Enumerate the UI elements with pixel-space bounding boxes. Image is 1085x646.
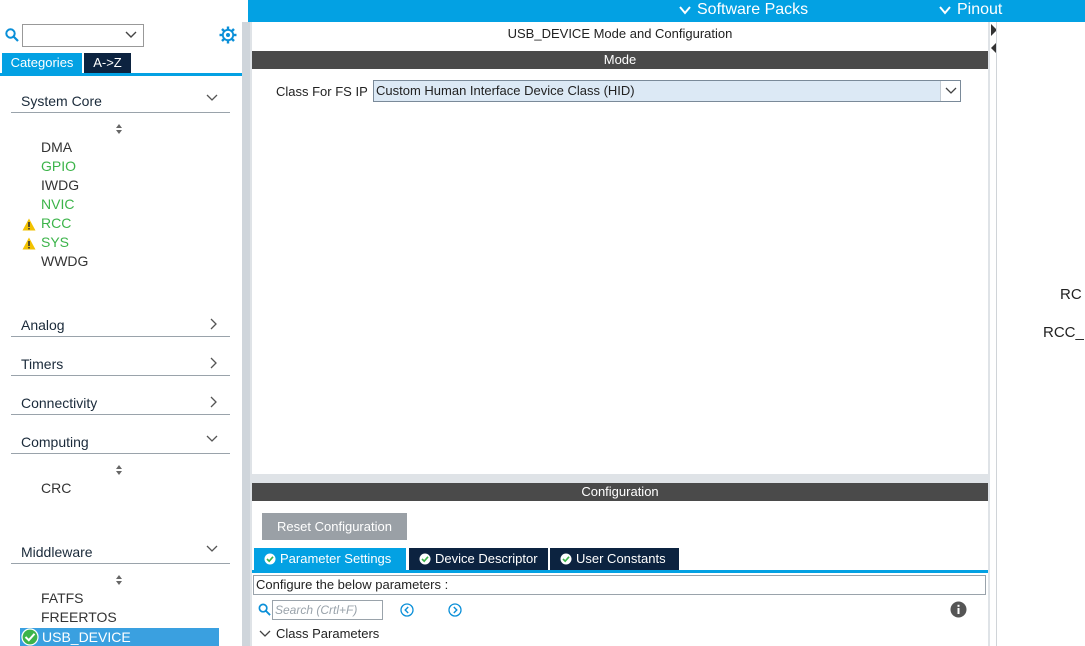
software-packs-menu[interactable]: Software Packs <box>679 0 808 20</box>
section-system-core[interactable]: System Core <box>11 87 230 113</box>
sidebar-item-gpio[interactable]: GPIO <box>41 157 76 176</box>
chevron-right-icon <box>210 396 217 408</box>
class-parameters-group[interactable]: Class Parameters <box>276 626 379 641</box>
pinout-label-rcc: RC <box>1060 286 1082 303</box>
parameter-search-input[interactable]: Search (Crtl+F) <box>272 600 383 620</box>
chevron-right-icon <box>210 357 217 369</box>
sidebar-item-sys[interactable]: SYS <box>41 233 69 252</box>
tab-underline <box>0 73 242 76</box>
tab-label: Parameter Settings <box>280 551 392 566</box>
sidebar-item-rcc[interactable]: RCC <box>41 214 71 233</box>
section-timers[interactable]: Timers <box>11 350 230 376</box>
pinout-label: Pinout <box>957 1 1003 18</box>
tab-label: User Constants <box>576 551 666 566</box>
sidebar-item-label: USB_DEVICE <box>42 629 131 645</box>
chevron-right-icon <box>210 318 217 330</box>
chevron-down-icon <box>206 94 218 101</box>
check-circle-icon <box>419 553 431 565</box>
sidebar-item-crc[interactable]: CRC <box>41 479 71 498</box>
sidebar-item-nvic[interactable]: NVIC <box>41 195 74 214</box>
tab-label: Device Descriptor <box>435 551 538 566</box>
check-circle-icon <box>560 553 572 565</box>
sidebar-item-usb-device[interactable]: USB_DEVICE <box>20 628 219 646</box>
chevron-down-icon <box>939 6 951 15</box>
tab-a-to-z[interactable]: A->Z <box>84 53 131 73</box>
check-circle-icon <box>21 628 39 646</box>
next-icon[interactable] <box>448 603 462 617</box>
search-filter-dropdown[interactable] <box>22 24 144 47</box>
section-connectivity[interactable]: Connectivity <box>11 389 230 415</box>
pinout-menu[interactable]: Pinout <box>939 0 1002 20</box>
software-packs-label: Software Packs <box>697 1 809 18</box>
chevron-down-icon <box>945 87 957 94</box>
sort-icon[interactable] <box>114 464 124 476</box>
class-for-fs-ip-label: Class For FS IP <box>276 84 368 99</box>
check-circle-icon <box>264 553 276 565</box>
sort-icon[interactable] <box>114 123 124 135</box>
search-icon[interactable] <box>5 28 19 42</box>
page-title: USB_DEVICE Mode and Configuration <box>507 26 733 41</box>
section-label: Analog <box>21 317 65 333</box>
pinout-view-border <box>996 22 997 646</box>
mode-header: Mode <box>252 51 988 69</box>
gear-icon[interactable] <box>219 26 237 44</box>
section-label: Computing <box>21 434 89 450</box>
sidebar-item-wwdg[interactable]: WWDG <box>41 252 88 271</box>
section-label: Timers <box>21 356 64 372</box>
chevron-down-icon[interactable] <box>259 630 271 638</box>
search-icon[interactable] <box>258 603 271 616</box>
chevron-down-icon <box>206 545 218 552</box>
panel-splitter[interactable] <box>242 22 250 646</box>
chevron-down-icon <box>206 435 218 442</box>
tab-categories[interactable]: Categories <box>2 53 82 73</box>
chevron-down-icon <box>125 31 137 38</box>
warning-icon <box>22 237 36 250</box>
tab-device-descriptor[interactable]: Device Descriptor <box>409 548 548 570</box>
sidebar-item-freertos[interactable]: FREERTOS <box>41 608 117 627</box>
section-computing[interactable]: Computing <box>11 428 230 454</box>
sidebar-item-fatfs[interactable]: FATFS <box>41 589 84 608</box>
top-toolbar-left-blank <box>0 0 248 22</box>
info-icon[interactable] <box>950 601 967 618</box>
configuration-description: Configure the below parameters : <box>253 575 986 595</box>
configuration-header: Configuration <box>252 483 988 501</box>
reset-configuration-button[interactable]: Reset Configuration <box>262 513 407 540</box>
sidebar-item-dma[interactable]: DMA <box>41 138 72 157</box>
dropdown-button[interactable] <box>940 81 960 101</box>
section-middleware[interactable]: Middleware <box>11 538 230 564</box>
previous-icon[interactable] <box>400 603 414 617</box>
sidebar-item-iwdg[interactable]: IWDG <box>41 176 79 195</box>
section-label: System Core <box>21 93 102 109</box>
tab-user-constants[interactable]: User Constants <box>550 548 679 570</box>
pinout-label-rcc-2: RCC_ <box>1043 324 1084 341</box>
sort-icon[interactable] <box>114 574 124 586</box>
chevron-down-icon <box>679 6 691 15</box>
section-label: Connectivity <box>21 395 98 411</box>
class-select-value: Custom Human Interface Device Class (HID… <box>376 83 635 98</box>
warning-icon <box>22 218 36 231</box>
class-for-fs-ip-select[interactable]: Custom Human Interface Device Class (HID… <box>373 80 961 102</box>
tab-underline <box>252 570 988 573</box>
tab-parameter-settings[interactable]: Parameter Settings <box>254 548 406 570</box>
section-analog[interactable]: Analog <box>11 311 230 337</box>
section-label: Middleware <box>21 544 93 560</box>
